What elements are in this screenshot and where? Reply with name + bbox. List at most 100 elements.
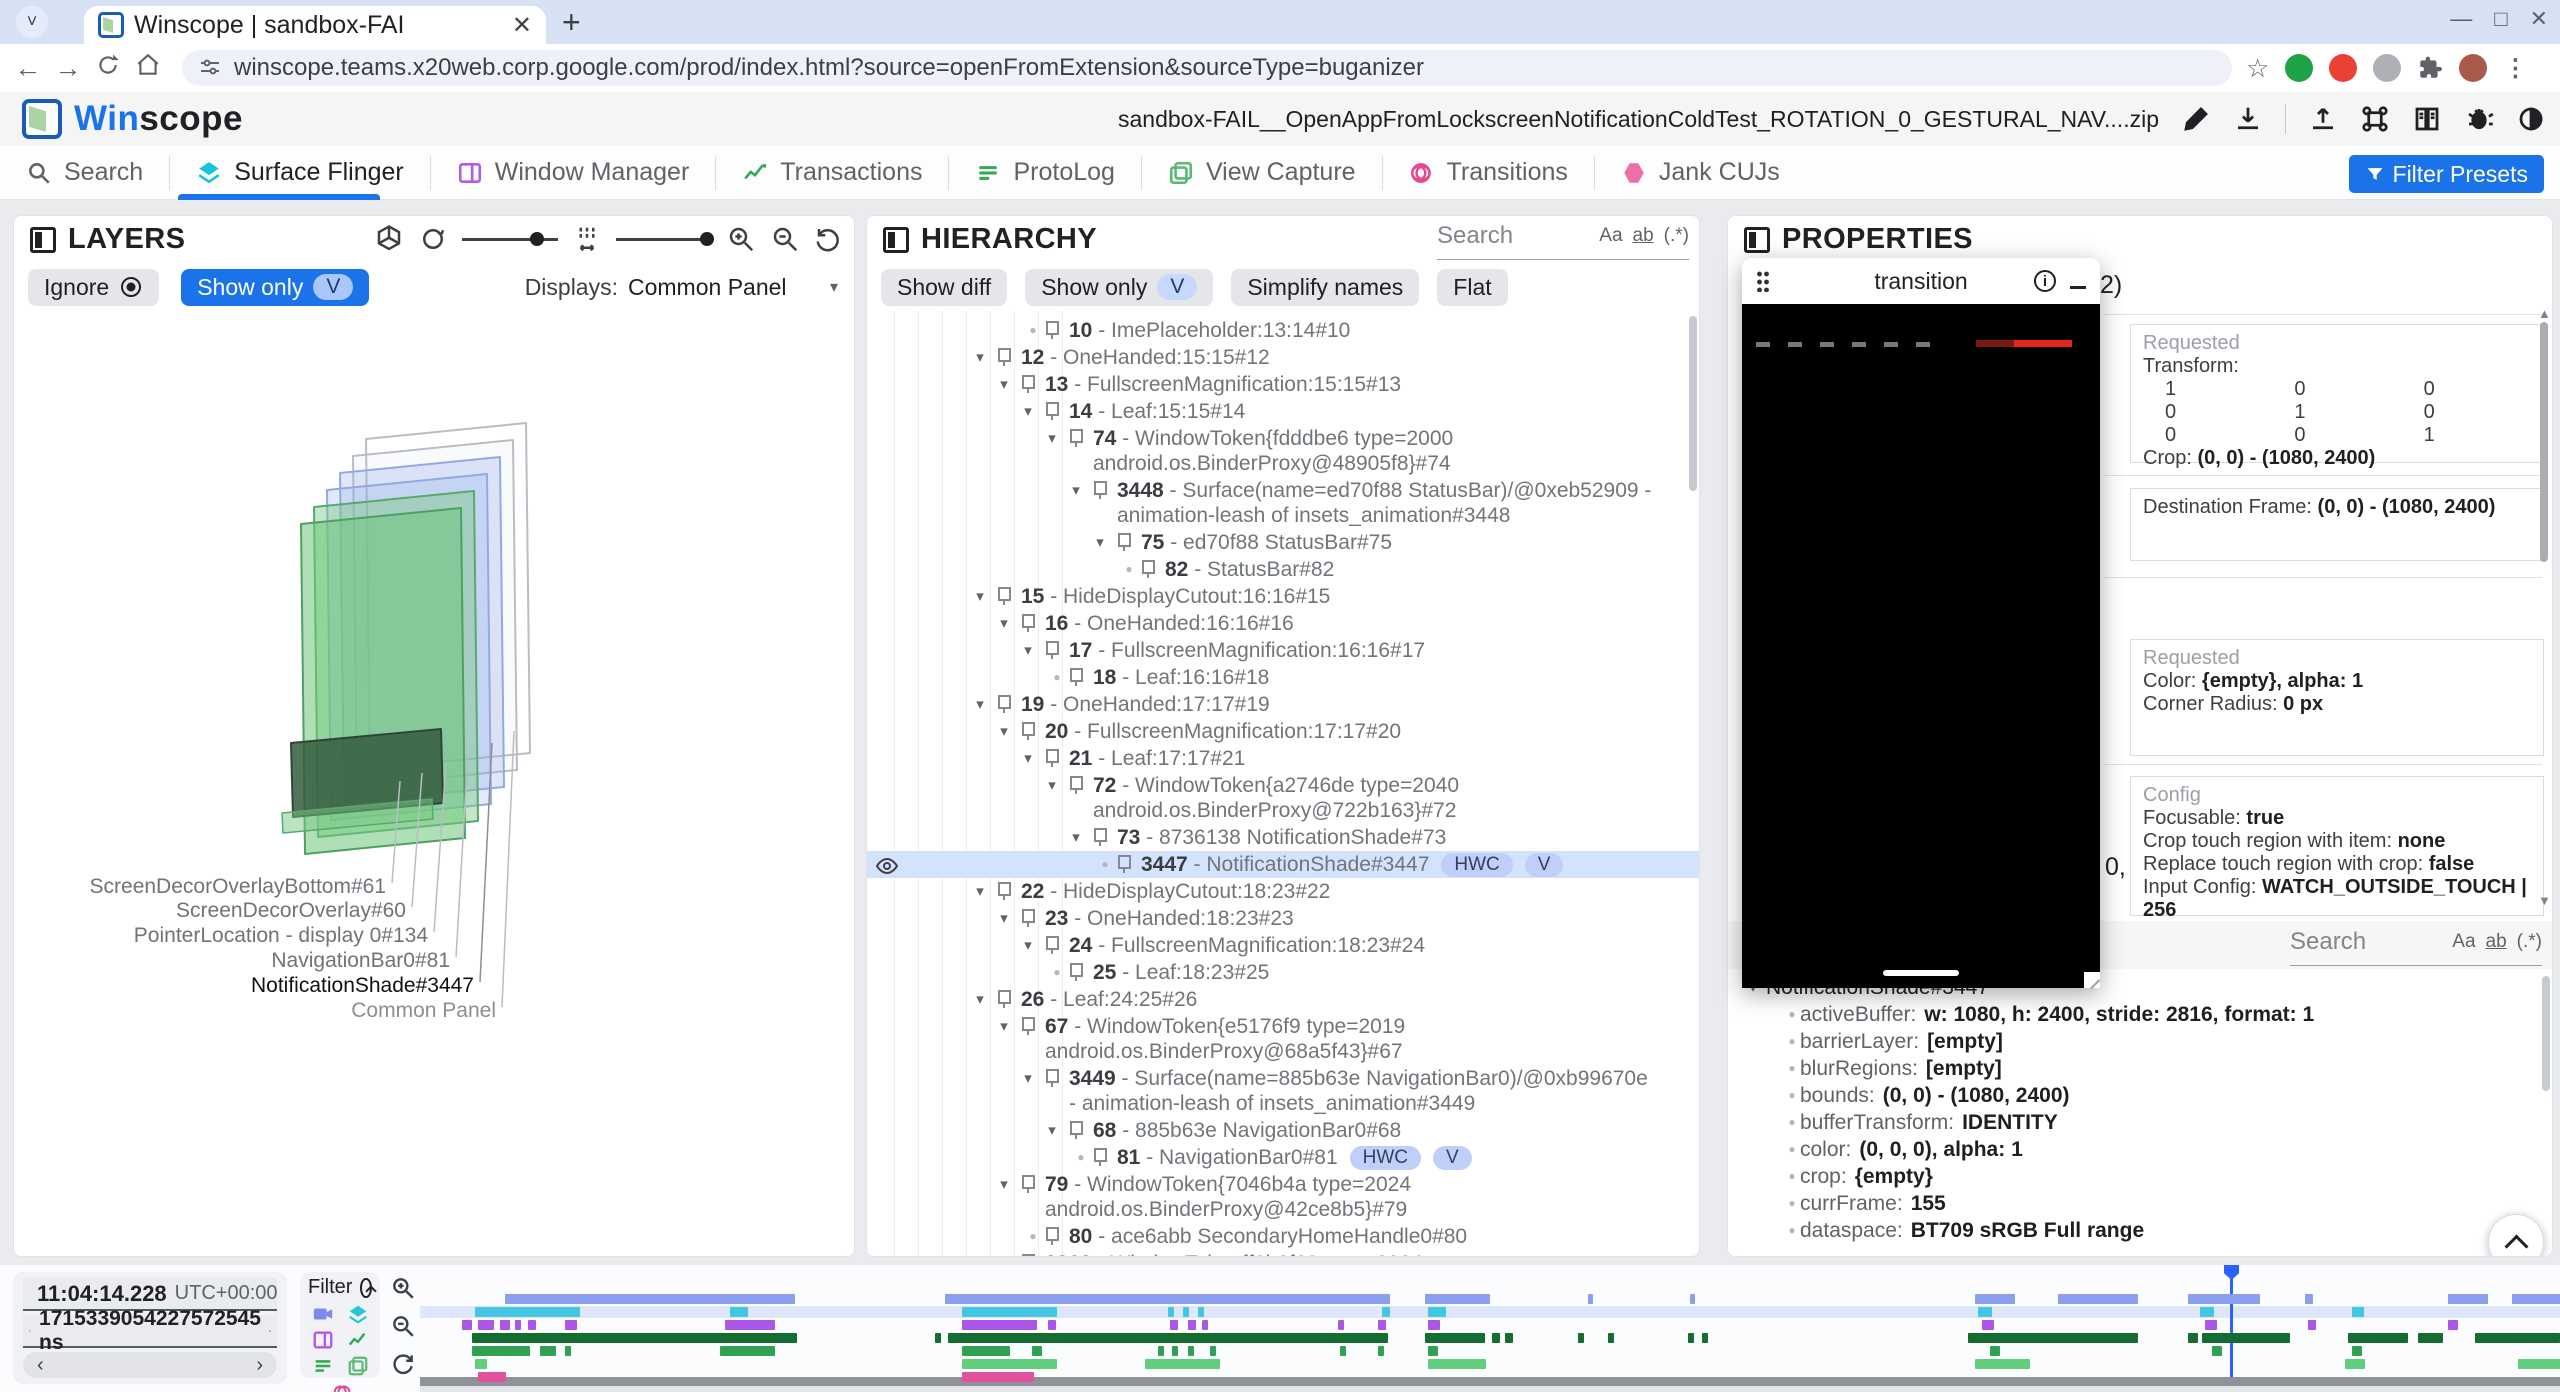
pin-icon[interactable] (1069, 429, 1084, 447)
pin-icon[interactable] (1141, 560, 1156, 578)
timeline-tracks[interactable] (420, 1265, 2560, 1392)
frame-stepper[interactable]: ‹ › (23, 1352, 277, 1378)
prev-frame-icon[interactable]: ‹ (37, 1354, 44, 1377)
surface-flinger-icon[interactable] (347, 1303, 369, 1325)
timeline-bar[interactable] (1382, 1307, 1390, 1317)
pin-icon[interactable] (997, 348, 1012, 366)
pin-icon[interactable] (1021, 1175, 1036, 1193)
transition-preview-window[interactable]: transition i (1742, 258, 2100, 988)
timeline-bar[interactable] (2448, 1294, 2488, 1304)
reset-view-icon[interactable] (814, 224, 844, 254)
window-close-icon[interactable]: ✕ (2530, 6, 2548, 32)
timeline-bar[interactable] (1032, 1346, 1042, 1356)
timeline-bar[interactable] (1428, 1320, 1440, 1330)
expand-arrow-icon[interactable]: ▾ (1087, 530, 1113, 555)
timeline-bar[interactable] (2418, 1333, 2443, 1343)
expand-arrow-icon[interactable]: ▾ (991, 611, 1017, 636)
pin-icon[interactable] (1045, 1227, 1060, 1245)
layer-label[interactable]: ScreenDecorOverlayBottom#61 (13, 875, 386, 899)
pin-icon[interactable] (997, 882, 1012, 900)
hierarchy-row[interactable]: ▾74 - WindowToken{fdddbe6 type=2000 andr… (867, 425, 1699, 477)
timeline-bar[interactable] (1188, 1346, 1194, 1356)
rotation-slider[interactable] (462, 238, 558, 241)
timeline-cursor-handle[interactable] (2224, 1265, 2239, 1280)
timeline-bar[interactable] (962, 1346, 1010, 1356)
pin-icon[interactable] (1117, 855, 1132, 873)
property-row[interactable]: ●activeBuffer:w: 1080, h: 2400, stride: … (1728, 1002, 2552, 1029)
pin-icon[interactable] (1045, 402, 1060, 420)
back-icon[interactable]: ← (8, 53, 48, 84)
hierarchy-row[interactable]: ▾20 - FullscreenMagnification:17:17#20 (867, 718, 1699, 745)
scroll-down-icon[interactable]: ▼ (2538, 893, 2550, 908)
properties-tree-scrollbar[interactable] (2542, 976, 2550, 1091)
timeline-bar[interactable] (1158, 1346, 1164, 1356)
expand-arrow-icon[interactable]: ▾ (1039, 426, 1065, 451)
timeline-bar[interactable] (1428, 1307, 1446, 1317)
timeline-bar[interactable] (1690, 1294, 1695, 1304)
timeline-bar[interactable] (2188, 1333, 2198, 1343)
timeline-bar[interactable] (2518, 1359, 2560, 1369)
tab-transitions[interactable]: Transitions (1383, 146, 1594, 200)
timeline-bar[interactable] (1338, 1320, 1344, 1330)
hierarchy-row[interactable]: ▾22 - HideDisplayCutout:18:23#22 (867, 878, 1699, 905)
profile-avatar[interactable] (2459, 54, 2487, 82)
timeline-bar[interactable] (1990, 1346, 2000, 1356)
tab-surface-flinger[interactable]: Surface Flinger (170, 146, 430, 200)
hierarchy-row[interactable]: ●3447 - NotificationShade#3447HWCV (867, 851, 1699, 878)
window-minimize-icon[interactable]: — (2450, 6, 2472, 32)
pin-icon[interactable] (1045, 1069, 1060, 1087)
pin-icon[interactable] (1093, 1148, 1108, 1166)
timeline-bar[interactable] (1505, 1333, 1513, 1343)
pin-icon[interactable] (1093, 828, 1108, 846)
pin-icon[interactable] (1021, 614, 1036, 632)
timeline-bar[interactable] (478, 1372, 506, 1382)
download-icon[interactable] (2233, 104, 2263, 134)
timeline-bar[interactable] (1202, 1320, 1208, 1330)
timeline-bar[interactable] (1492, 1333, 1500, 1343)
timeline-bar[interactable] (2200, 1307, 2214, 1317)
ns-time-field[interactable]: 1715339054227572545 ns (23, 1315, 277, 1348)
hierarchy-row[interactable]: ▾26 - Leaf:24:25#26 (867, 986, 1699, 1013)
tab-jank-cujs[interactable]: Jank CUJs (1595, 146, 1806, 200)
timeline-bar[interactable] (1210, 1346, 1216, 1356)
timeline-bar[interactable] (1425, 1294, 1490, 1304)
timeline-bar[interactable] (725, 1320, 775, 1330)
new-tab-button[interactable]: + (562, 4, 581, 41)
tab-window-manager[interactable]: Window Manager (431, 146, 716, 200)
resize-handle-icon[interactable] (2084, 972, 2100, 988)
tab-close-icon[interactable]: ✕ (512, 11, 532, 40)
timeline-bar[interactable] (1188, 1320, 1196, 1330)
minimize-icon[interactable] (2070, 286, 2086, 289)
hierarchy-row[interactable]: ●25 - Leaf:18:23#25 (867, 959, 1699, 986)
timeline-bar[interactable] (1588, 1294, 1593, 1304)
hierarchy-row[interactable]: ▾67 - WindowToken{e5176f9 type=2019 andr… (867, 1013, 1699, 1065)
reload-icon[interactable] (88, 52, 128, 85)
hierarchy-search-input[interactable]: Search Aa ab (.*) (1437, 222, 1689, 260)
timeline-bar[interactable] (948, 1333, 1388, 1343)
timeline-bar[interactable] (515, 1320, 521, 1330)
browser-tab[interactable]: Winscope | sandbox-FAI ✕ (84, 6, 546, 44)
panel-collapse-icon[interactable] (883, 227, 909, 253)
expand-arrow-icon[interactable]: ▾ (967, 692, 993, 717)
hierarchy-row[interactable]: ▾14 - Leaf:15:15#14 (867, 398, 1699, 425)
site-settings-icon[interactable] (198, 56, 222, 80)
timeline-bar[interactable] (2348, 1333, 2408, 1343)
timeline-bar[interactable] (1968, 1333, 2138, 1343)
pin-icon[interactable] (1021, 1017, 1036, 1035)
timeline-bar[interactable] (1183, 1307, 1189, 1317)
timeline-bar[interactable] (2205, 1320, 2217, 1330)
hierarchy-row[interactable]: ▾12 - OneHanded:15:15#12 (867, 344, 1699, 371)
timeline-bar[interactable] (945, 1294, 1390, 1304)
timeline-bar[interactable] (2345, 1359, 2365, 1369)
timeline-bar[interactable] (1975, 1294, 2015, 1304)
layer-label[interactable]: PointerLocation - display 0#134 (13, 924, 428, 948)
upload-icon[interactable] (2308, 104, 2338, 134)
pin-icon[interactable] (1021, 722, 1036, 740)
timeline-zoom-out-icon[interactable] (390, 1313, 416, 1339)
match-case-icon[interactable]: Aa (2452, 931, 2475, 953)
layer-label[interactable]: ScreenDecorOverlay#60 (13, 899, 406, 923)
timeline-bar[interactable] (2188, 1294, 2260, 1304)
docs-book-icon[interactable] (2412, 104, 2442, 134)
filter-presets-button[interactable]: Filter Presets (2349, 155, 2544, 193)
timeline-bar[interactable] (475, 1307, 580, 1317)
